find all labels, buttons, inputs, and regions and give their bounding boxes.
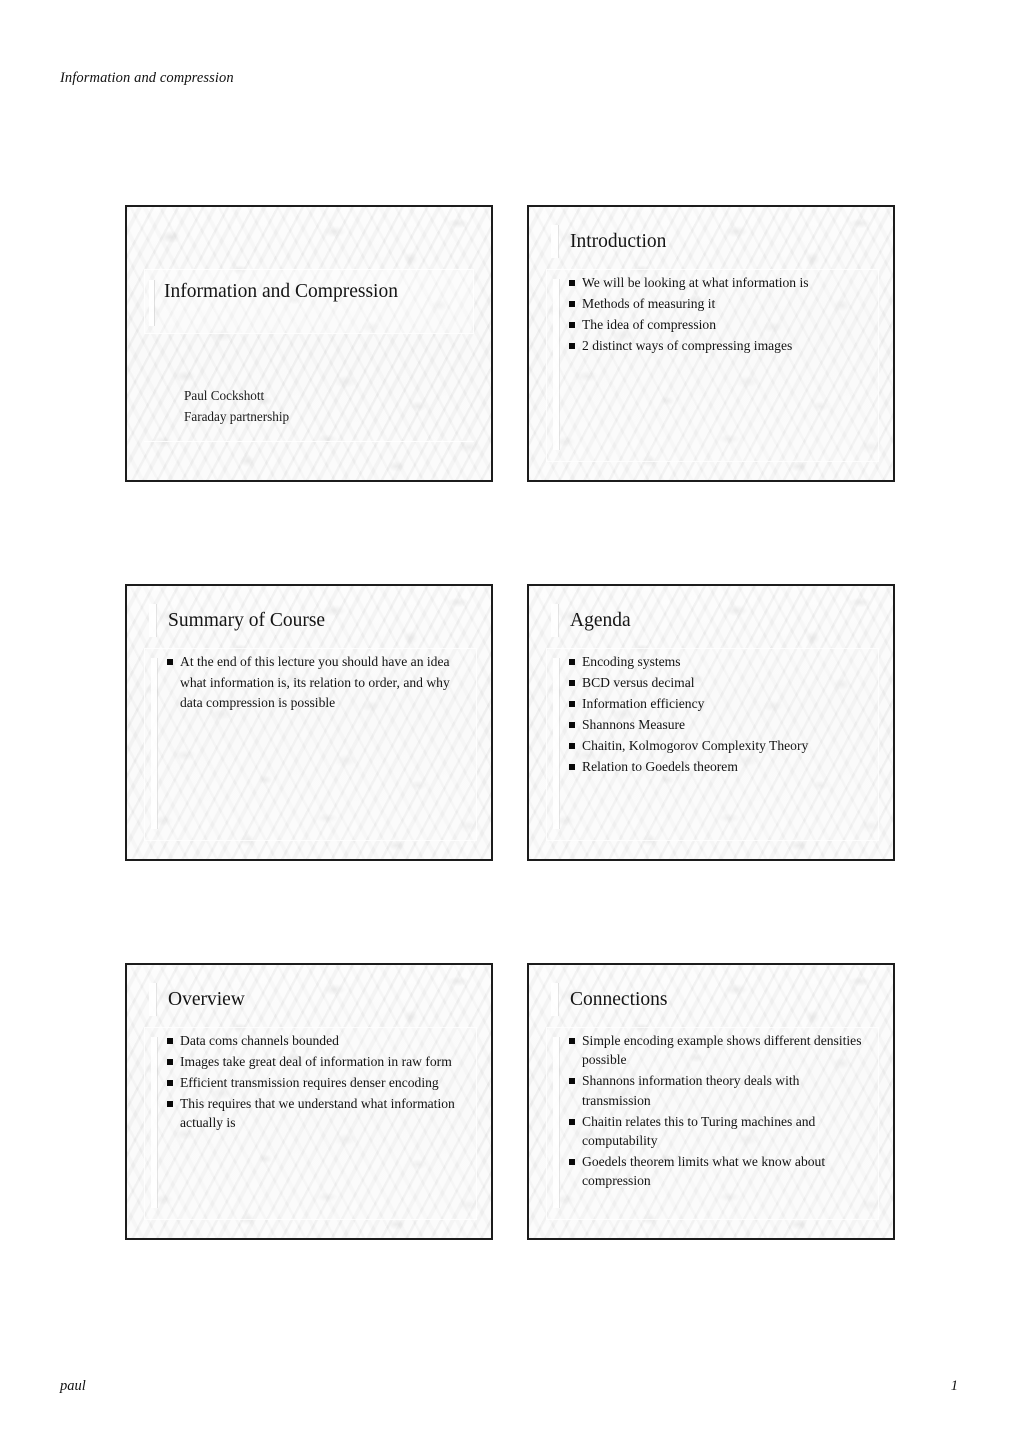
list-item-label: At the end of this lecture you should ha… xyxy=(180,654,450,710)
list-item-label: Chaitin relates this to Turing machines … xyxy=(582,1113,816,1149)
square-bullet-icon xyxy=(569,742,575,749)
bullet-list: Encoding systems BCD versus decimal Info… xyxy=(569,652,871,777)
square-bullet-icon xyxy=(569,659,575,665)
list-item: Efficient transmission requires denser e… xyxy=(167,1073,469,1092)
slide-introduction[interactable]: Introduction We will be looking at what … xyxy=(527,205,895,482)
footer-author: paul xyxy=(60,1378,86,1394)
list-item: Methods of measuring it xyxy=(569,294,871,313)
list-item: BCD versus decimal xyxy=(569,673,871,692)
square-bullet-icon xyxy=(569,1038,575,1044)
slide-agenda[interactable]: Agenda Encoding systems BCD versus decim… xyxy=(527,584,895,861)
square-bullet-icon xyxy=(167,1058,173,1065)
square-bullet-icon xyxy=(569,300,575,307)
bullet-list: Simple encoding example shows different … xyxy=(569,1031,871,1192)
list-item: Shannons information theory deals with t… xyxy=(569,1071,871,1110)
list-item: Shannons Measure xyxy=(569,715,871,734)
list-item: Relation to Goedels theorem xyxy=(569,757,871,776)
list-item: At the end of this lecture you should ha… xyxy=(167,652,469,714)
list-item: Chaitin relates this to Turing machines … xyxy=(569,1112,871,1151)
title-accent-bar xyxy=(551,983,558,1016)
body-accent-bar xyxy=(151,658,157,829)
list-item-label: 2 distinct ways of compressing images xyxy=(582,337,793,353)
slide-title: Summary of Course xyxy=(168,610,326,631)
list-item: Goedels theorem limits what we know abou… xyxy=(569,1152,871,1191)
list-item-label: Shannons information theory deals with t… xyxy=(582,1073,800,1108)
list-item-label: Efficient transmission requires denser e… xyxy=(180,1074,439,1090)
square-bullet-icon xyxy=(569,1118,575,1125)
body-accent-bar xyxy=(151,1037,157,1208)
square-bullet-icon xyxy=(569,721,575,728)
list-item-label: Simple encoding example shows different … xyxy=(582,1033,862,1068)
list-item-label: Encoding systems xyxy=(582,654,681,669)
bullet-list: We will be looking at what information i… xyxy=(569,273,871,357)
list-item: Data coms channels bounded xyxy=(167,1031,469,1050)
list-item: The idea of compression xyxy=(569,315,871,334)
list-item-label: Methods of measuring it xyxy=(582,295,716,311)
slide-main-title: Information and Compression xyxy=(164,281,398,302)
list-item: Simple encoding example shows different … xyxy=(569,1031,871,1070)
list-item-label: Shannons Measure xyxy=(582,716,686,732)
title-accent-bar xyxy=(149,983,156,1016)
page-footer: paul 1 xyxy=(60,1378,960,1395)
list-item-label: The idea of compression xyxy=(582,316,717,332)
list-item-label: Data coms channels bounded xyxy=(180,1033,339,1048)
list-item-label: Chaitin, Kolmogorov Complexity Theory xyxy=(582,737,809,753)
slide-title: Introduction xyxy=(570,231,667,252)
square-bullet-icon xyxy=(569,763,575,770)
running-head: Information and compression xyxy=(60,70,234,86)
list-item-label: BCD versus decimal xyxy=(582,674,695,690)
page-number: 1 xyxy=(950,1378,958,1394)
body-accent-bar xyxy=(553,279,559,450)
slide-subtitle: Paul Cockshott Faraday partnership xyxy=(184,385,464,427)
slide-title-slide[interactable]: Information and Compression Paul Cocksho… xyxy=(125,205,493,482)
square-bullet-icon xyxy=(569,700,575,707)
square-bullet-icon xyxy=(569,679,575,686)
square-bullet-icon xyxy=(569,1158,575,1165)
body-accent-bar xyxy=(553,1037,559,1208)
slide-title: Agenda xyxy=(570,610,631,631)
title-accent-bar xyxy=(149,604,156,637)
list-item-label: This requires that we understand what in… xyxy=(180,1095,455,1131)
slide-title: Overview xyxy=(168,989,245,1010)
slide-summary-of-course[interactable]: Summary of Course At the end of this lec… xyxy=(125,584,493,861)
list-item-label: Goedels theorem limits what we know abou… xyxy=(582,1153,826,1189)
bullet-list: At the end of this lecture you should ha… xyxy=(167,652,469,715)
slide-overview[interactable]: Overview Data coms channels bounded Imag… xyxy=(125,963,493,1240)
list-item-label: Relation to Goedels theorem xyxy=(582,758,738,774)
square-bullet-icon xyxy=(167,1079,173,1086)
square-bullet-icon xyxy=(569,1078,575,1085)
square-bullet-icon xyxy=(167,1100,173,1107)
slide-title: Connections xyxy=(570,989,668,1010)
list-item: 2 distinct ways of compressing images xyxy=(569,336,871,355)
subtitle-line-affiliation: Faraday partnership xyxy=(184,409,290,424)
square-bullet-icon xyxy=(569,342,575,349)
slide-connections[interactable]: Connections Simple encoding example show… xyxy=(527,963,895,1240)
body-accent-bar xyxy=(553,658,559,829)
list-item: This requires that we understand what in… xyxy=(167,1094,469,1133)
list-item: Information efficiency xyxy=(569,694,871,713)
slide-handout-grid: Information and Compression Paul Cocksho… xyxy=(125,205,895,1240)
list-item: We will be looking at what information i… xyxy=(569,273,871,292)
list-item-label: Information efficiency xyxy=(582,695,705,711)
title-accent-bar xyxy=(149,280,154,326)
list-item-label: We will be looking at what information i… xyxy=(582,275,809,290)
bullet-list: Data coms channels bounded Images take g… xyxy=(167,1031,469,1134)
title-accent-bar xyxy=(551,225,558,258)
subtitle-line-author: Paul Cockshott xyxy=(184,388,265,403)
square-bullet-icon xyxy=(569,280,575,286)
title-accent-bar xyxy=(551,604,558,637)
square-bullet-icon xyxy=(569,321,575,328)
list-item-label: Images take great deal of information in… xyxy=(180,1053,452,1069)
list-item: Images take great deal of information in… xyxy=(167,1052,469,1071)
list-item: Encoding systems xyxy=(569,652,871,671)
square-bullet-icon xyxy=(167,1038,173,1044)
list-item: Chaitin, Kolmogorov Complexity Theory xyxy=(569,736,871,755)
square-bullet-icon xyxy=(167,659,173,665)
